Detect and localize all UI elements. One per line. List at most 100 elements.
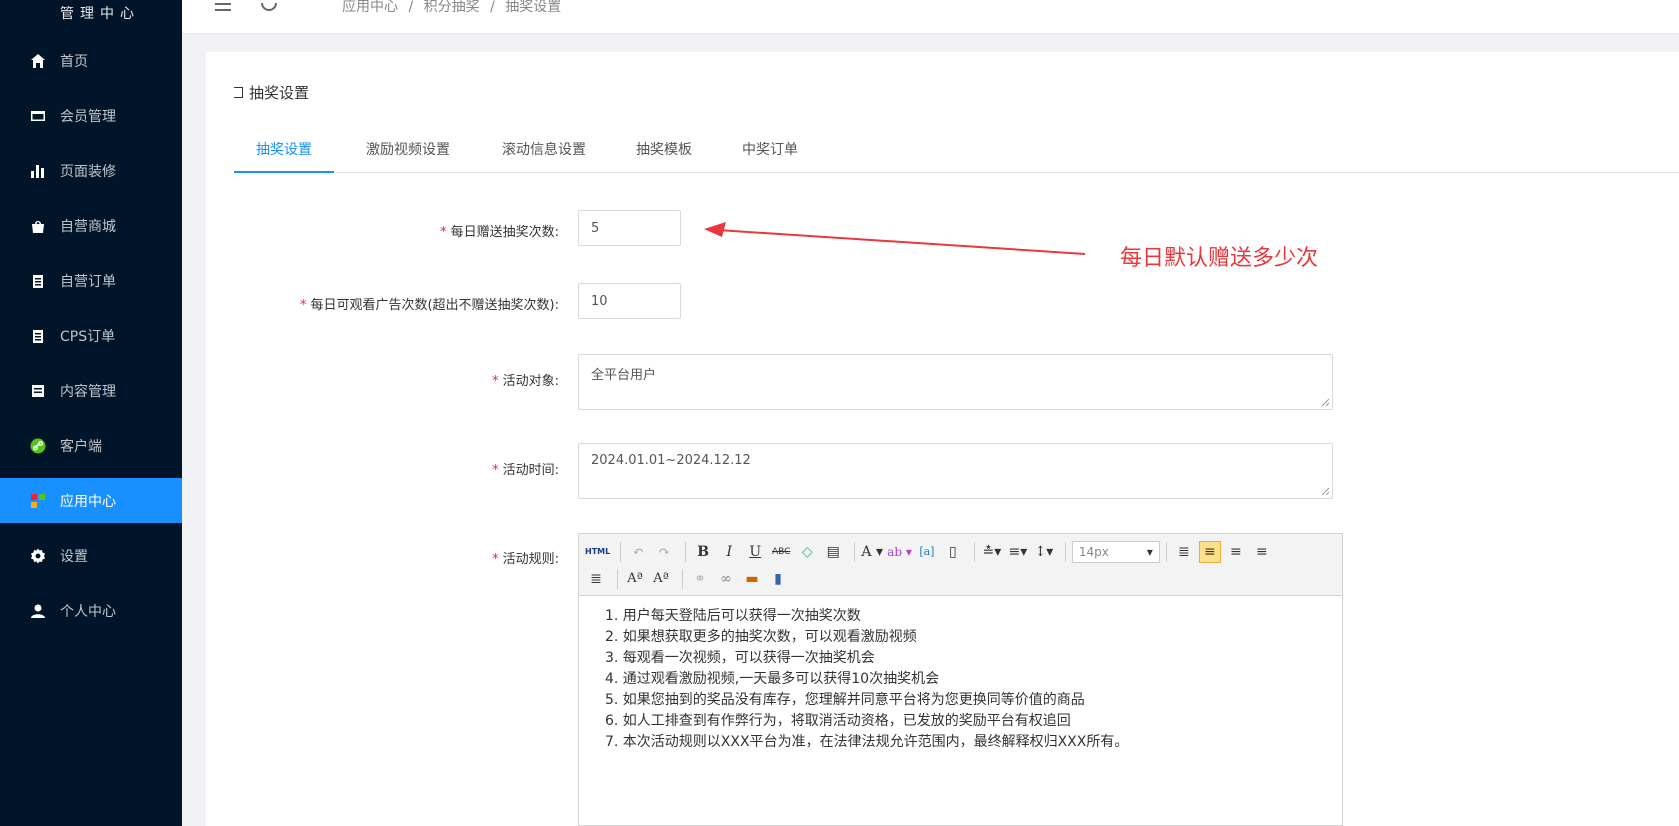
apps-icon	[30, 493, 46, 509]
user-icon	[30, 603, 46, 619]
resize-grip-icon[interactable]	[1321, 398, 1330, 407]
breadcrumb-current: 抽奖设置	[505, 0, 562, 15]
sidebar-item-label: 应用中心	[60, 493, 116, 510]
sidebar-item-members[interactable]: 会员管理	[0, 93, 182, 138]
breadcrumb-item[interactable]: 应用中心	[342, 0, 398, 15]
label-text: 每日赠送抽奖次数:	[450, 225, 559, 240]
daily-gift-input[interactable]	[578, 210, 681, 246]
html-source-button[interactable]: HTML	[585, 541, 610, 563]
rule-line: 3. 每观看一次视频，可以获得一次抽奖机会	[605, 650, 875, 666]
sidebar-item-label: 客户端	[60, 438, 102, 455]
tab-scroll-settings[interactable]: 滚动信息设置	[480, 128, 608, 173]
redo-icon[interactable]: ↷	[653, 541, 675, 563]
paragraph-spacing-icon[interactable]: ≡▾	[1007, 541, 1029, 563]
rules-label: * 活动规则:	[492, 548, 559, 567]
italic-icon[interactable]: I	[718, 541, 740, 563]
breadcrumb-separator: /	[490, 0, 495, 15]
rules-editor[interactable]: HTML ↶ ↷ B I U ABC ◇ ▤ A ▾ ab ▾ [a] ▯ ≛▾…	[578, 533, 1343, 826]
editor-body[interactable]: 1. 用户每天登陆后可以获得一次抽奖次数 2. 如果想获取更多的抽奖次数，可以观…	[579, 596, 1342, 763]
sidebar-item-content[interactable]: 内容管理	[0, 368, 182, 413]
sidebar-item-label: 内容管理	[60, 383, 116, 400]
indent-icon[interactable]: ≛▾	[981, 541, 1003, 563]
tab-lottery-settings[interactable]: 抽奖设置	[234, 128, 334, 173]
toolbar-separator	[617, 568, 618, 589]
clipboard-icon	[30, 273, 46, 289]
shopping-bag-icon	[30, 218, 46, 234]
toolbar-separator	[854, 541, 856, 562]
breadcrumb-item[interactable]: 积分抽奖	[424, 0, 480, 15]
font-color-icon[interactable]: A ▾	[861, 541, 883, 563]
daily-gift-label: * 每日赠送抽奖次数:	[440, 221, 559, 240]
strikethrough-icon[interactable]: ABC	[770, 541, 792, 563]
underline-icon[interactable]: U	[744, 541, 766, 563]
sidebar-item-apps[interactable]: 应用中心	[0, 478, 182, 523]
image-icon[interactable]: ▬	[741, 568, 763, 590]
unlink-icon[interactable]: ⚭	[689, 568, 711, 590]
chevron-down-icon: ▾	[1146, 544, 1153, 559]
label-text: 活动时间:	[502, 463, 559, 478]
sidebar-item-label: 自营商城	[60, 218, 116, 235]
link-icon	[30, 438, 46, 454]
required-mark: *	[492, 374, 499, 389]
superscript-icon[interactable]: Aª	[624, 568, 646, 590]
page-title-text: 抽奖设置	[249, 84, 310, 102]
line-height-icon[interactable]: ↕▾	[1033, 541, 1055, 563]
sidebar-item-mall[interactable]: 自营商城	[0, 203, 182, 248]
link-icon[interactable]: ∞	[715, 568, 737, 590]
justify-icon[interactable]: ≣	[585, 568, 607, 590]
subscript-icon[interactable]: Aª	[650, 568, 672, 590]
paste-icon[interactable]: ▤	[822, 541, 844, 563]
refresh-icon[interactable]	[260, 0, 278, 17]
align-left-icon[interactable]: ≡	[1198, 540, 1221, 563]
char-icon[interactable]: [a]	[916, 541, 938, 563]
highlight-icon[interactable]: ab ▾	[887, 541, 912, 563]
sidebar-item-label: CPS订单	[60, 328, 116, 345]
tab-winning-orders[interactable]: 中奖订单	[720, 128, 820, 173]
rule-line: 1. 用户每天登陆后可以获得一次抽奖次数	[605, 608, 861, 624]
target-textarea[interactable]: 全平台用户	[578, 354, 1333, 410]
time-textarea[interactable]: 2024.01.01~2024.12.12	[578, 443, 1333, 499]
menu-toggle-icon[interactable]	[215, 0, 233, 17]
breadcrumb-separator: /	[408, 0, 414, 15]
page-title: 抽奖设置	[234, 82, 309, 103]
sidebar-item-cps-orders[interactable]: CPS订单	[0, 313, 182, 358]
undo-icon[interactable]: ↶	[627, 541, 649, 563]
sidebar-item-settings[interactable]: 设置	[0, 533, 182, 578]
sidebar-item-orders[interactable]: 自营订单	[0, 258, 182, 303]
annotation-arrow	[704, 222, 1086, 255]
sidebar-item-label: 自营订单	[60, 273, 116, 290]
required-mark: *	[299, 298, 307, 313]
time-label: * 活动时间:	[492, 459, 559, 478]
align-right-icon[interactable]: ≡	[1251, 541, 1273, 563]
annotation-text: 每日默认赠送多少次	[1120, 246, 1319, 271]
toolbar-separator	[1165, 541, 1167, 562]
sidebar-item-label: 页面装修	[60, 163, 116, 180]
tab-bar: 抽奖设置 激励视频设置 滚动信息设置 抽奖模板 中奖订单	[234, 128, 1679, 173]
video-icon[interactable]: ▮	[767, 568, 789, 590]
card-icon	[30, 108, 46, 124]
time-value: 2024.01.01~2024.12.12	[591, 453, 751, 468]
bar-chart-icon	[30, 163, 46, 179]
sidebar-item-page-design[interactable]: 页面装修	[0, 148, 182, 193]
tab-lottery-template[interactable]: 抽奖模板	[614, 128, 714, 173]
font-size-select[interactable]: 14px ▾	[1071, 540, 1160, 563]
sidebar-item-client[interactable]: 客户端	[0, 423, 182, 468]
toolbar-separator	[685, 541, 687, 562]
align-center-icon[interactable]: ≡	[1225, 541, 1247, 563]
eraser-icon[interactable]: ◇	[796, 541, 818, 563]
document-icon	[30, 383, 46, 399]
page-icon[interactable]: ▯	[942, 541, 964, 563]
daily-ads-input[interactable]	[578, 283, 681, 319]
sidebar-item-profile[interactable]: 个人中心	[0, 588, 182, 633]
toolbar-separator	[973, 541, 975, 562]
breadcrumb: 应用中心 / 积分抽奖 / 抽奖设置	[342, 0, 567, 16]
required-mark: *	[492, 552, 499, 567]
resize-grip-icon[interactable]	[1321, 487, 1330, 496]
rule-line: 4. 通过观看激励视频,一天最多可以获得10次抽奖机会	[605, 671, 940, 687]
home-icon	[30, 53, 46, 69]
format-icon[interactable]: ≣	[1173, 541, 1195, 563]
label-text: 活动规则:	[502, 552, 559, 567]
sidebar-item-home[interactable]: 首页	[0, 38, 182, 83]
tab-video-settings[interactable]: 激励视频设置	[344, 128, 472, 173]
bold-icon[interactable]: B	[692, 541, 714, 563]
